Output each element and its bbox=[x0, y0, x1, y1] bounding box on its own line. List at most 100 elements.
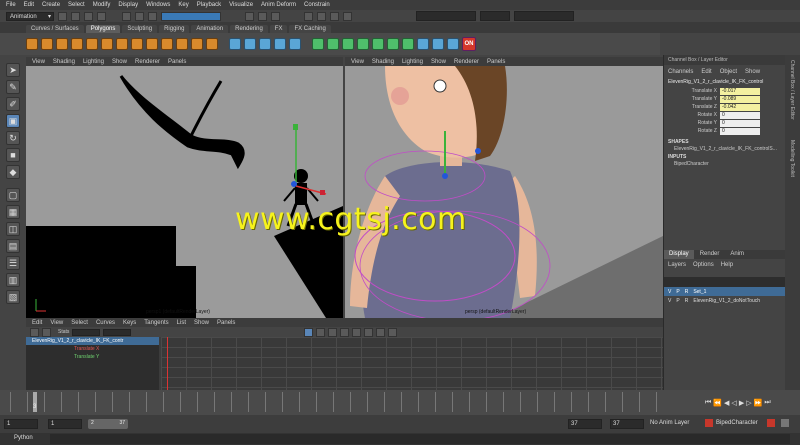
four-view-icon[interactable]: ▦ bbox=[6, 205, 20, 219]
layer-menu-options[interactable]: Options bbox=[693, 262, 714, 268]
cone-icon[interactable] bbox=[71, 38, 83, 50]
render-settings-icon[interactable] bbox=[330, 11, 339, 21]
flat-tangent-icon[interactable] bbox=[340, 327, 350, 337]
vp-menu-show[interactable]: Show bbox=[112, 59, 127, 65]
attr-value[interactable]: 0 bbox=[720, 127, 760, 135]
vp2-menu-view[interactable]: View bbox=[351, 59, 364, 65]
uv-editor-icon[interactable] bbox=[417, 38, 429, 50]
extrude-icon[interactable] bbox=[312, 38, 324, 50]
layer-menu-help[interactable]: Help bbox=[721, 262, 733, 268]
cylinder-icon[interactable] bbox=[56, 38, 68, 50]
multi-cut-icon[interactable] bbox=[387, 38, 399, 50]
snap-point-icon[interactable] bbox=[271, 11, 280, 21]
symmetry-field[interactable] bbox=[416, 11, 476, 21]
attr-value[interactable]: 0 bbox=[720, 119, 760, 127]
outliner-item[interactable]: ElevenRig_V1_2_r_clavicle_IK_FK_contr bbox=[26, 337, 159, 345]
hypershade-icon[interactable] bbox=[343, 11, 352, 21]
menu-playback[interactable]: Playback bbox=[197, 2, 221, 8]
save-icon[interactable] bbox=[71, 11, 80, 21]
attr-value[interactable]: -0.042 bbox=[720, 103, 760, 111]
ge-menu-curves[interactable]: Curves bbox=[96, 320, 115, 326]
menu-visualize[interactable]: Visualize bbox=[229, 2, 253, 8]
graph-layout-icon[interactable]: ▧ bbox=[6, 290, 20, 304]
ge-menu-tangents[interactable]: Tangents bbox=[144, 320, 168, 326]
shelf-tab-polygons[interactable]: Polygons bbox=[85, 25, 121, 33]
input-node[interactable]: BipedCharacter bbox=[664, 161, 785, 167]
right-viewport[interactable]: persp (defaultRenderLayer) bbox=[345, 66, 663, 318]
insert-key-icon[interactable] bbox=[42, 327, 51, 337]
layer-name[interactable]: ElevenRig_V1_2_doNotTouch bbox=[693, 298, 773, 304]
spline-tangent-icon[interactable] bbox=[304, 327, 314, 337]
shelf-tab-fx[interactable]: FX bbox=[269, 25, 288, 33]
ge-menu-panels[interactable]: Panels bbox=[217, 320, 235, 326]
select-tool-icon[interactable]: ➤ bbox=[6, 63, 20, 77]
layer-reference-toggle[interactable]: R bbox=[685, 289, 689, 295]
time-slider[interactable]: 3 ⏮ ⏪ ◀ ◁ ▶ ▷ ⏩ ⏭ bbox=[0, 390, 800, 415]
ipr-icon[interactable] bbox=[317, 11, 326, 21]
layer-tab-display[interactable]: Display bbox=[664, 250, 694, 259]
ge-menu-list[interactable]: List bbox=[177, 320, 186, 326]
cb-menu-show[interactable]: Show bbox=[745, 69, 760, 75]
play-forward-icon[interactable]: ▶ bbox=[739, 399, 744, 407]
boolean-icon[interactable] bbox=[274, 38, 286, 50]
go-to-start-icon[interactable]: ⏮ bbox=[705, 399, 711, 407]
vp-menu-view[interactable]: View bbox=[32, 59, 45, 65]
attr-row[interactable]: Translate Y -0.089 bbox=[664, 95, 785, 103]
snap-curve-icon[interactable] bbox=[258, 11, 267, 21]
step-tangent-icon[interactable] bbox=[352, 327, 362, 337]
character-set-icon[interactable] bbox=[705, 419, 713, 427]
attr-row[interactable]: Rotate Y0 bbox=[664, 119, 785, 127]
layer-name[interactable]: Set_1 bbox=[693, 289, 706, 295]
end-time-field[interactable]: 37 bbox=[610, 419, 644, 429]
stats-field-2[interactable] bbox=[103, 328, 132, 336]
menu-modify[interactable]: Modify bbox=[93, 2, 111, 8]
shelf-tab-curves[interactable]: Curves / Surfaces bbox=[26, 25, 84, 33]
vp-menu-shading[interactable]: Shading bbox=[53, 59, 75, 65]
vp2-menu-shading[interactable]: Shading bbox=[372, 59, 394, 65]
attr-value[interactable]: -0.089 bbox=[720, 95, 760, 103]
smooth-icon[interactable] bbox=[259, 38, 271, 50]
plateau-tangent-icon[interactable] bbox=[364, 327, 374, 337]
stats-field-1[interactable] bbox=[72, 328, 101, 336]
shelf-tab-sculpting[interactable]: Sculpting bbox=[122, 25, 158, 33]
scale-tool-icon[interactable]: ■ bbox=[6, 148, 20, 162]
mirror-icon[interactable] bbox=[289, 38, 301, 50]
outliner-layout-icon[interactable]: ☰ bbox=[6, 256, 20, 270]
torus-icon[interactable] bbox=[101, 38, 113, 50]
ge-menu-keys[interactable]: Keys bbox=[123, 320, 136, 326]
fill-hole-icon[interactable] bbox=[372, 38, 384, 50]
cb-menu-object[interactable]: Object bbox=[720, 69, 737, 75]
render-icon[interactable] bbox=[304, 11, 313, 21]
select-component-icon[interactable] bbox=[148, 11, 157, 21]
side-tab-channel-box[interactable]: Channel Box / Layer Editor bbox=[789, 60, 795, 120]
curve-item-translate-y[interactable]: Translate Y bbox=[26, 353, 159, 361]
command-input[interactable] bbox=[50, 434, 790, 444]
attr-row[interactable]: Translate X -0.017 bbox=[664, 87, 785, 95]
graph-canvas[interactable] bbox=[161, 337, 663, 390]
planar-map-icon[interactable] bbox=[432, 38, 444, 50]
persp-graph-icon[interactable]: ▤ bbox=[6, 239, 20, 253]
bridge-icon[interactable] bbox=[327, 38, 339, 50]
quick-select-field[interactable] bbox=[480, 11, 510, 21]
two-view-icon[interactable]: ◫ bbox=[6, 222, 20, 236]
menu-edit[interactable]: Edit bbox=[24, 2, 34, 8]
menu-file[interactable]: File bbox=[6, 2, 16, 8]
menu-create[interactable]: Create bbox=[42, 2, 60, 8]
step-forward-key-icon[interactable]: ⏩ bbox=[754, 399, 763, 407]
menu-anim-deform[interactable]: Anim Deform bbox=[261, 2, 296, 8]
shape-node[interactable]: ElevenRig_V1_2_r_clavicle_IK_FK_controlS… bbox=[664, 146, 785, 152]
pipe-icon[interactable] bbox=[146, 38, 158, 50]
character-set-label[interactable]: BipedCharacter bbox=[716, 420, 758, 426]
menu-key[interactable]: Key bbox=[178, 2, 188, 8]
auto-key-icon[interactable] bbox=[767, 419, 775, 427]
snap-grid-icon[interactable] bbox=[245, 11, 254, 21]
layer-row[interactable]: V P R Set_1 bbox=[664, 287, 786, 296]
prism-icon[interactable] bbox=[116, 38, 128, 50]
menu-windows[interactable]: Windows bbox=[146, 2, 170, 8]
rotate-tool-icon[interactable]: ↻ bbox=[6, 131, 20, 145]
layer-tab-anim[interactable]: Anim bbox=[725, 250, 749, 259]
attr-row[interactable]: Rotate X0 bbox=[664, 111, 785, 119]
clamped-tangent-icon[interactable] bbox=[316, 327, 326, 337]
command-language-label[interactable]: Python bbox=[14, 435, 33, 441]
super-shape-icon[interactable] bbox=[206, 38, 218, 50]
